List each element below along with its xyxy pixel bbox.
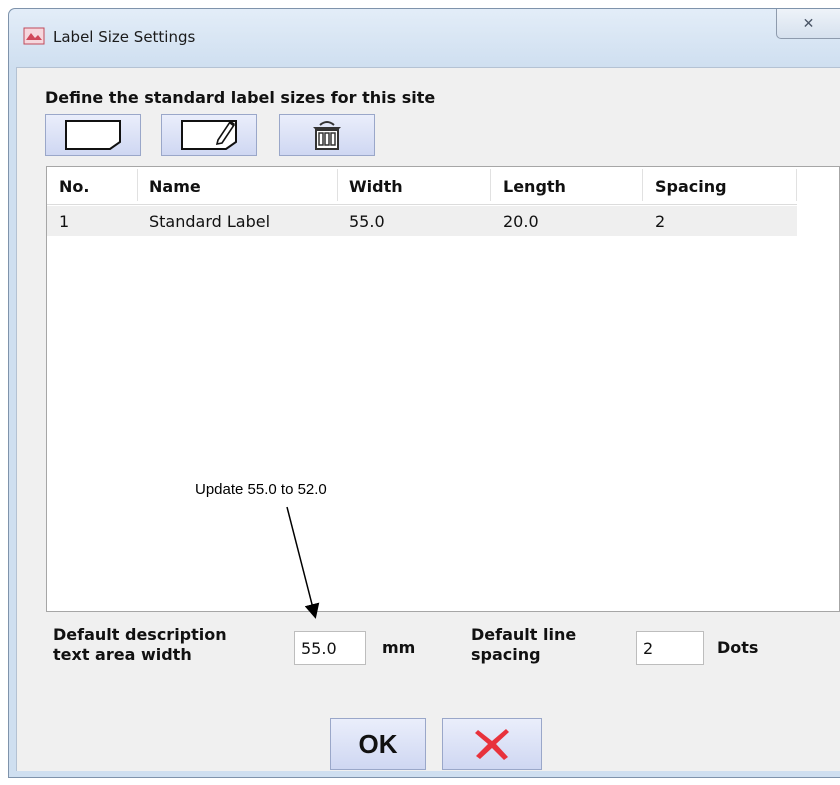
line-spacing-input[interactable]: [636, 631, 704, 665]
window-title: Label Size Settings: [53, 28, 196, 46]
column-header-width[interactable]: Width: [349, 177, 403, 196]
ok-button[interactable]: OK: [330, 718, 426, 770]
column-header-spacing[interactable]: Spacing: [655, 177, 727, 196]
column-header-length[interactable]: Length: [503, 177, 566, 196]
delete-label-button[interactable]: [279, 114, 375, 156]
app-icon: [23, 27, 45, 45]
new-document-icon: [65, 120, 121, 150]
ok-button-label: OK: [358, 728, 398, 759]
page-title: Define the standard label sizes for this…: [45, 88, 436, 107]
close-icon: ✕: [802, 15, 815, 32]
annotation-note: Update 55.0 to 52.0: [195, 481, 327, 498]
new-label-button[interactable]: [45, 114, 141, 156]
cell-no: 1: [59, 212, 70, 231]
line-spacing-unit: Dots: [717, 638, 759, 657]
line-spacing-label: Default line spacing: [471, 625, 577, 664]
label-sizes-table[interactable]: No. Name Width Length Spacing 1 Standard…: [46, 166, 840, 612]
description-width-label: Default description text area width: [53, 625, 227, 664]
close-button[interactable]: ✕: [776, 9, 840, 39]
dialog-window: Label Size Settings ✕ Define the standar…: [8, 8, 840, 778]
dialog-body: Define the standard label sizes for this…: [16, 67, 840, 771]
table-header: No. Name Width Length Spacing: [47, 167, 797, 205]
cell-name: Standard Label: [149, 212, 271, 231]
trash-can-icon: [313, 121, 341, 150]
cell-width: 55.0: [349, 212, 385, 231]
title-bar: Label Size Settings ✕: [9, 9, 840, 67]
description-width-unit: mm: [382, 638, 416, 657]
red-x-icon: [475, 729, 509, 760]
table-row[interactable]: 1 Standard Label 55.0 20.0 2: [47, 206, 797, 236]
edit-label-button[interactable]: [161, 114, 257, 156]
cell-spacing: 2: [655, 212, 666, 231]
column-header-no[interactable]: No.: [59, 177, 89, 196]
edit-document-icon: [181, 120, 237, 150]
cancel-button[interactable]: [442, 718, 542, 770]
cell-length: 20.0: [503, 212, 539, 231]
description-width-input[interactable]: [294, 631, 366, 665]
column-header-name[interactable]: Name: [149, 177, 201, 196]
